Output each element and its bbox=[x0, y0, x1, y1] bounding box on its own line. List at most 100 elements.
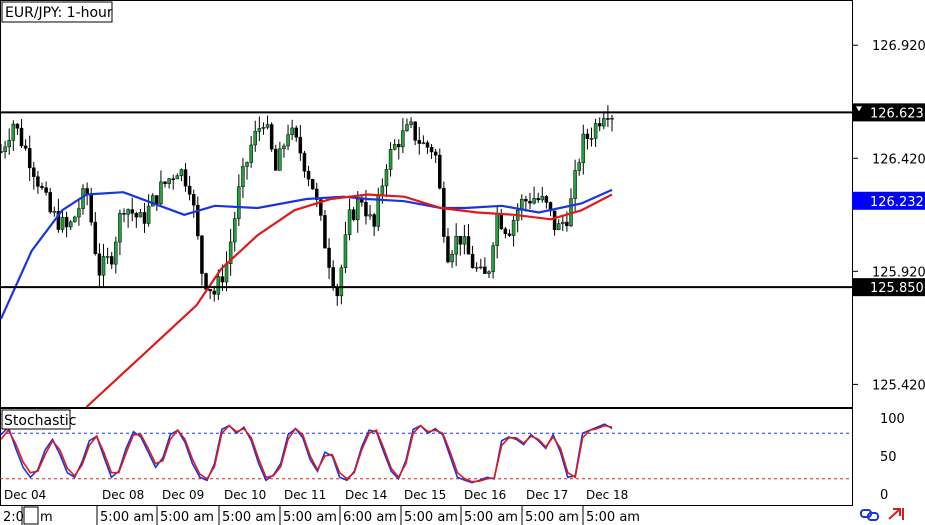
scroll-marker bbox=[23, 506, 39, 525]
candle-body bbox=[417, 140, 422, 144]
candle-body bbox=[216, 276, 221, 295]
candle-body bbox=[286, 134, 290, 147]
candle-body bbox=[589, 138, 594, 140]
candle-body bbox=[347, 209, 352, 235]
candle-body bbox=[556, 223, 561, 230]
price-tick-label: 126.420 bbox=[872, 152, 925, 167]
candle-body bbox=[15, 123, 20, 129]
candle-body bbox=[306, 170, 311, 180]
candle-body bbox=[536, 198, 540, 201]
candle-body bbox=[155, 195, 159, 204]
candle-body bbox=[606, 118, 610, 120]
candle-body bbox=[85, 188, 89, 195]
jump-to-end-icon[interactable] bbox=[888, 508, 904, 520]
candle-body bbox=[220, 276, 225, 283]
candle-body bbox=[597, 123, 602, 127]
price-tick-label: 125.920 bbox=[872, 265, 925, 280]
date-label: Dec 10 bbox=[224, 488, 266, 502]
time-label: 5:00 am bbox=[525, 510, 579, 525]
candle-body bbox=[495, 213, 499, 246]
candle-body bbox=[60, 216, 65, 230]
candle-body bbox=[0, 151, 3, 153]
candle-body bbox=[175, 175, 180, 180]
candle-body bbox=[491, 245, 495, 273]
date-label: Dec 11 bbox=[284, 488, 326, 502]
candle-body bbox=[507, 233, 512, 236]
candle-body bbox=[138, 212, 143, 218]
candle-body bbox=[565, 221, 569, 227]
candle-body bbox=[273, 148, 278, 171]
candle-body bbox=[167, 178, 171, 184]
candle-body bbox=[77, 208, 81, 218]
link-icon[interactable] bbox=[860, 509, 879, 521]
candle-body bbox=[561, 221, 565, 224]
candle-body bbox=[146, 205, 151, 224]
candle-body bbox=[323, 215, 327, 249]
candle-body bbox=[458, 235, 463, 245]
price-tick-label: 125.420 bbox=[872, 378, 925, 393]
candle-body bbox=[577, 162, 581, 171]
candle-body bbox=[470, 253, 475, 269]
candle-body bbox=[23, 145, 28, 149]
candle-body bbox=[109, 256, 114, 265]
price-tag-label: 126.623 bbox=[870, 106, 924, 121]
candle-body bbox=[48, 192, 52, 213]
candle-body bbox=[503, 228, 508, 235]
candle-body bbox=[126, 209, 130, 215]
candle-body bbox=[130, 209, 134, 214]
candle-body bbox=[405, 124, 409, 131]
candle-body bbox=[593, 123, 598, 139]
candle-body bbox=[462, 236, 467, 245]
candle-body bbox=[73, 216, 77, 223]
candle-body bbox=[7, 140, 11, 148]
candle-body bbox=[610, 117, 614, 120]
candle-body bbox=[249, 144, 253, 163]
candle-body bbox=[68, 221, 73, 228]
date-label: Dec 09 bbox=[162, 488, 204, 502]
time-label: 6:00 am bbox=[343, 510, 397, 525]
date-label: Dec 08 bbox=[102, 488, 144, 502]
candle-body bbox=[183, 169, 188, 187]
candle-body bbox=[52, 211, 57, 213]
candle-body bbox=[540, 196, 545, 201]
candle-body bbox=[257, 128, 262, 132]
price-tag-label: 125.850 bbox=[870, 281, 924, 296]
candle-body bbox=[114, 241, 118, 265]
chart-area: EUR/JPY: 1-hour Stochastic 126.920 126.42… bbox=[0, 0, 925, 525]
date-label: Dec 17 bbox=[526, 488, 568, 502]
candle-body bbox=[474, 267, 479, 269]
candle-body bbox=[278, 148, 282, 171]
candle-body bbox=[241, 166, 245, 188]
price-tick-label: 126.920 bbox=[872, 39, 925, 54]
candle-body bbox=[245, 162, 249, 167]
date-label: Dec 14 bbox=[345, 488, 387, 502]
candle-body bbox=[118, 212, 122, 243]
candle-body bbox=[142, 212, 147, 224]
candle-body bbox=[388, 149, 393, 170]
candle-body bbox=[134, 213, 139, 218]
time-label: m bbox=[40, 510, 53, 525]
candle-body bbox=[499, 213, 504, 230]
time-label: 5:00 am bbox=[160, 510, 214, 525]
date-label: Dec 15 bbox=[404, 488, 446, 502]
candle-body bbox=[282, 145, 286, 150]
candle-body bbox=[3, 146, 7, 152]
candle-body bbox=[351, 209, 356, 220]
time-label: 5:00 am bbox=[222, 510, 276, 525]
candle-body bbox=[290, 127, 294, 136]
time-label: 5:00 am bbox=[283, 510, 337, 525]
candle-body bbox=[122, 212, 126, 215]
candle-body bbox=[552, 210, 557, 230]
candle-body bbox=[573, 170, 577, 199]
candle-body bbox=[327, 247, 331, 268]
time-axis: 2:0 m 5:00 am 5:00 am 5:00 am 5:00 am 6:00 am 5… bbox=[3, 506, 640, 525]
candle-body bbox=[187, 185, 192, 195]
candle-body bbox=[425, 142, 430, 148]
candle-body bbox=[40, 186, 44, 188]
candle-body bbox=[421, 142, 426, 144]
candle-body bbox=[466, 236, 471, 255]
candle-body bbox=[372, 214, 376, 227]
candle-body bbox=[191, 194, 196, 206]
candle-body bbox=[401, 130, 405, 148]
candle-body bbox=[364, 202, 368, 217]
